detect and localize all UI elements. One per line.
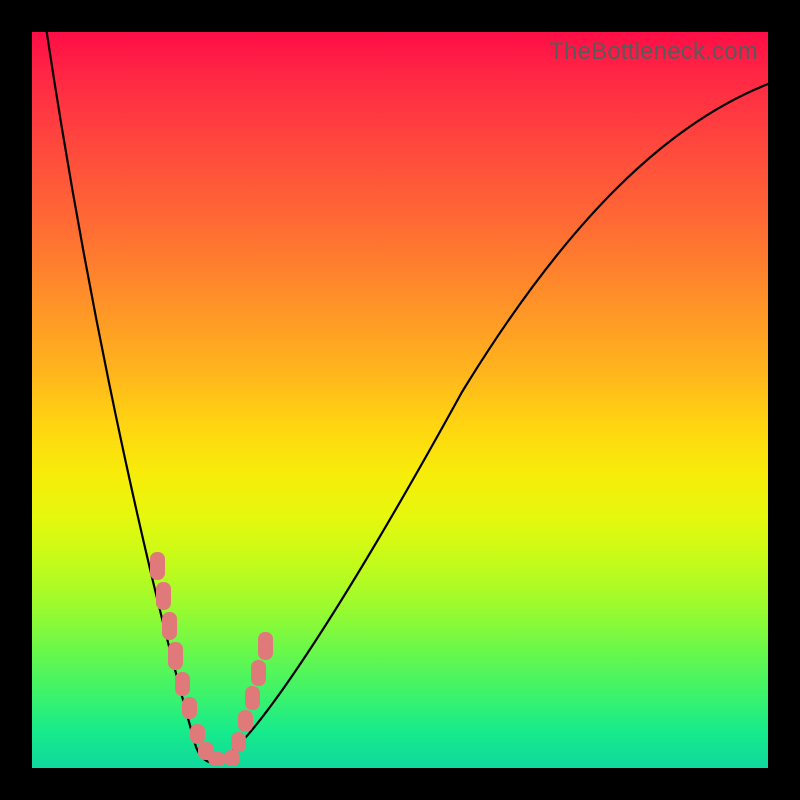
marker-point bbox=[245, 686, 260, 710]
outer-frame: TheBottleneck.com bbox=[0, 0, 800, 800]
marker-point bbox=[190, 724, 205, 744]
marker-point bbox=[231, 732, 246, 752]
plot-area: TheBottleneck.com bbox=[32, 32, 768, 768]
marker-point bbox=[175, 672, 190, 696]
marker-point bbox=[258, 632, 273, 660]
marker-point bbox=[208, 752, 226, 766]
marker-point bbox=[182, 697, 197, 719]
marker-group bbox=[150, 552, 273, 766]
marker-point bbox=[238, 710, 253, 732]
marker-point bbox=[224, 750, 240, 766]
marker-point bbox=[168, 642, 183, 670]
marker-point bbox=[150, 552, 165, 580]
bottleneck-curve bbox=[47, 32, 768, 763]
curve-svg bbox=[32, 32, 768, 768]
marker-point bbox=[251, 660, 266, 686]
marker-point bbox=[162, 612, 177, 640]
marker-point bbox=[156, 582, 171, 610]
